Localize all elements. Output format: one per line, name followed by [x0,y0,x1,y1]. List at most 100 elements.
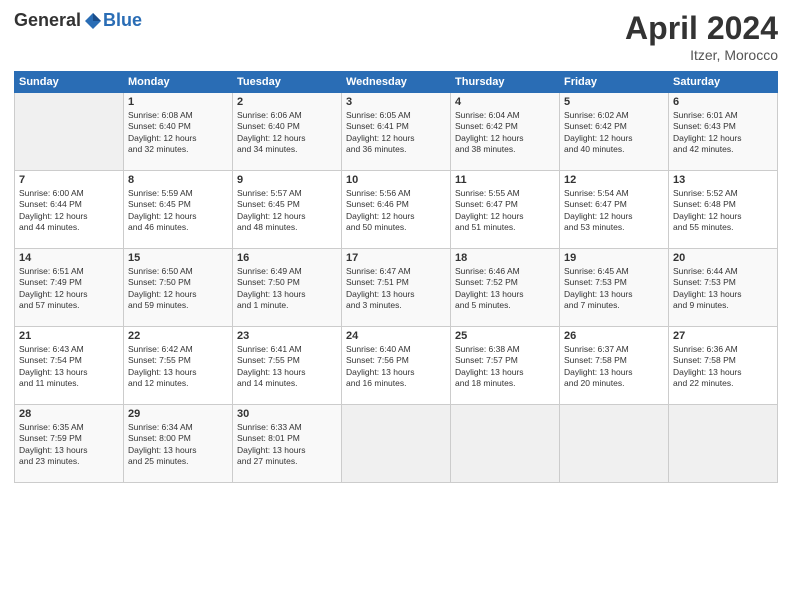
day-cell: 7 Sunrise: 6:00 AM Sunset: 6:44 PM Daylig… [15,171,124,249]
day-cell: 13Sunrise: 5:52 AM Sunset: 6:48 PM Dayli… [669,171,778,249]
day-cell: 20 Sunrise: 6:44 AM Sunset: 7:53 PM Dayli… [669,249,778,327]
day-info: Sunrise: 6:50 AM Sunset: 7:50 PM Dayligh… [128,266,228,312]
week-row-2: 7 Sunrise: 6:00 AM Sunset: 6:44 PM Daylig… [15,171,778,249]
day-number: 23 [237,330,337,342]
day-number: 24 [346,330,446,342]
day-info: Sunrise: 6:33 AM Sunset: 8:01 PM Dayligh… [237,422,337,468]
day-info: Sunrise: 6:35 AM Sunset: 7:59 PM Dayligh… [19,422,119,468]
week-row-4: 21 Sunrise: 6:43 AM Sunset: 7:54 PM Dayli… [15,327,778,405]
day-info: Sunrise: 6:01 AM Sunset: 6:43 PM Dayligh… [673,110,773,156]
day-info: Sunrise: 6:37 AM Sunset: 7:58 PM Dayligh… [564,344,664,390]
month-title: April 2024 [625,10,778,47]
day-cell: 2 Sunrise: 6:06 AM Sunset: 6:40 PM Daylig… [233,93,342,171]
day-number: 15 [128,252,228,264]
day-number: 4 [455,96,555,108]
day-cell: 14 Sunrise: 6:51 AM Sunset: 7:49 PM Dayli… [15,249,124,327]
day-cell: 12Sunrise: 5:54 AM Sunset: 6:47 PM Dayli… [560,171,669,249]
day-number: 11 [455,174,555,186]
day-info: Sunrise: 6:47 AM Sunset: 7:51 PM Dayligh… [346,266,446,312]
day-cell: 10 Sunrise: 5:56 AM Sunset: 6:46 PM Dayli… [342,171,451,249]
day-info: Sunrise: 6:34 AM Sunset: 8:00 PM Dayligh… [128,422,228,468]
day-cell: 1 Sunrise: 6:08 AM Sunset: 6:40 PM Daylig… [124,93,233,171]
day-cell: 23Sunrise: 6:41 AM Sunset: 7:55 PM Dayli… [233,327,342,405]
location: Itzer, Morocco [625,47,778,63]
day-cell: 17 Sunrise: 6:47 AM Sunset: 7:51 PM Dayli… [342,249,451,327]
col-sunday: Sunday [15,72,124,93]
day-info: Sunrise: 6:44 AM Sunset: 7:53 PM Dayligh… [673,266,773,312]
day-info: Sunrise: 6:02 AM Sunset: 6:42 PM Dayligh… [564,110,664,156]
day-number: 6 [673,96,773,108]
day-number: 8 [128,174,228,186]
day-cell: 6 Sunrise: 6:01 AM Sunset: 6:43 PM Daylig… [669,93,778,171]
header-row: Sunday Monday Tuesday Wednesday Thursday… [15,72,778,93]
day-number: 25 [455,330,555,342]
logo: General Blue [14,10,142,31]
calendar-table: Sunday Monday Tuesday Wednesday Thursday… [14,71,778,483]
day-cell: 5 Sunrise: 6:02 AM Sunset: 6:42 PM Daylig… [560,93,669,171]
day-number: 27 [673,330,773,342]
day-cell: 18 Sunrise: 6:46 AM Sunset: 7:52 PM Dayli… [451,249,560,327]
col-wednesday: Wednesday [342,72,451,93]
day-number: 14 [19,252,119,264]
day-cell: 30Sunrise: 6:33 AM Sunset: 8:01 PM Dayli… [233,405,342,483]
day-cell: 3 Sunrise: 6:05 AM Sunset: 6:41 PM Daylig… [342,93,451,171]
day-number: 20 [673,252,773,264]
header: General Blue April 2024 Itzer, Morocco [14,10,778,63]
day-cell: 26 Sunrise: 6:37 AM Sunset: 7:58 PM Dayli… [560,327,669,405]
week-row-5: 28Sunrise: 6:35 AM Sunset: 7:59 PM Dayli… [15,405,778,483]
day-number: 2 [237,96,337,108]
day-number: 13 [673,174,773,186]
day-cell: 8 Sunrise: 5:59 AM Sunset: 6:45 PM Daylig… [124,171,233,249]
col-thursday: Thursday [451,72,560,93]
day-number: 26 [564,330,664,342]
day-cell: 16 Sunrise: 6:49 AM Sunset: 7:50 PM Dayli… [233,249,342,327]
day-cell: 19 Sunrise: 6:45 AM Sunset: 7:53 PM Dayli… [560,249,669,327]
day-cell [15,93,124,171]
day-number: 3 [346,96,446,108]
day-number: 5 [564,96,664,108]
day-info: Sunrise: 5:59 AM Sunset: 6:45 PM Dayligh… [128,188,228,234]
day-number: 10 [346,174,446,186]
day-info: Sunrise: 6:51 AM Sunset: 7:49 PM Dayligh… [19,266,119,312]
day-number: 16 [237,252,337,264]
day-number: 17 [346,252,446,264]
day-cell: 25Sunrise: 6:38 AM Sunset: 7:57 PM Dayli… [451,327,560,405]
day-cell [342,405,451,483]
day-number: 7 [19,174,119,186]
day-number: 9 [237,174,337,186]
day-number: 21 [19,330,119,342]
day-number: 19 [564,252,664,264]
day-cell: 4 Sunrise: 6:04 AM Sunset: 6:42 PM Daylig… [451,93,560,171]
day-info: Sunrise: 6:42 AM Sunset: 7:55 PM Dayligh… [128,344,228,390]
day-info: Sunrise: 6:43 AM Sunset: 7:54 PM Dayligh… [19,344,119,390]
day-number: 22 [128,330,228,342]
day-info: Sunrise: 5:56 AM Sunset: 6:46 PM Dayligh… [346,188,446,234]
col-saturday: Saturday [669,72,778,93]
day-info: Sunrise: 5:54 AM Sunset: 6:47 PM Dayligh… [564,188,664,234]
day-cell: 28Sunrise: 6:35 AM Sunset: 7:59 PM Dayli… [15,405,124,483]
day-number: 1 [128,96,228,108]
day-info: Sunrise: 6:04 AM Sunset: 6:42 PM Dayligh… [455,110,555,156]
logo-general: General [14,10,81,31]
day-info: Sunrise: 6:08 AM Sunset: 6:40 PM Dayligh… [128,110,228,156]
day-cell [451,405,560,483]
logo-icon [83,11,103,31]
day-info: Sunrise: 6:05 AM Sunset: 6:41 PM Dayligh… [346,110,446,156]
day-cell: 15 Sunrise: 6:50 AM Sunset: 7:50 PM Dayli… [124,249,233,327]
page: General Blue April 2024 Itzer, Morocco S… [0,0,792,612]
day-cell: 27Sunrise: 6:36 AM Sunset: 7:58 PM Dayli… [669,327,778,405]
week-row-1: 1 Sunrise: 6:08 AM Sunset: 6:40 PM Daylig… [15,93,778,171]
col-tuesday: Tuesday [233,72,342,93]
day-cell: 11Sunrise: 5:55 AM Sunset: 6:47 PM Dayli… [451,171,560,249]
day-info: Sunrise: 6:00 AM Sunset: 6:44 PM Dayligh… [19,188,119,234]
day-info: Sunrise: 6:06 AM Sunset: 6:40 PM Dayligh… [237,110,337,156]
day-info: Sunrise: 6:45 AM Sunset: 7:53 PM Dayligh… [564,266,664,312]
col-monday: Monday [124,72,233,93]
day-info: Sunrise: 6:49 AM Sunset: 7:50 PM Dayligh… [237,266,337,312]
day-cell [560,405,669,483]
day-number: 18 [455,252,555,264]
col-friday: Friday [560,72,669,93]
day-info: Sunrise: 6:46 AM Sunset: 7:52 PM Dayligh… [455,266,555,312]
day-number: 29 [128,408,228,420]
day-info: Sunrise: 5:57 AM Sunset: 6:45 PM Dayligh… [237,188,337,234]
